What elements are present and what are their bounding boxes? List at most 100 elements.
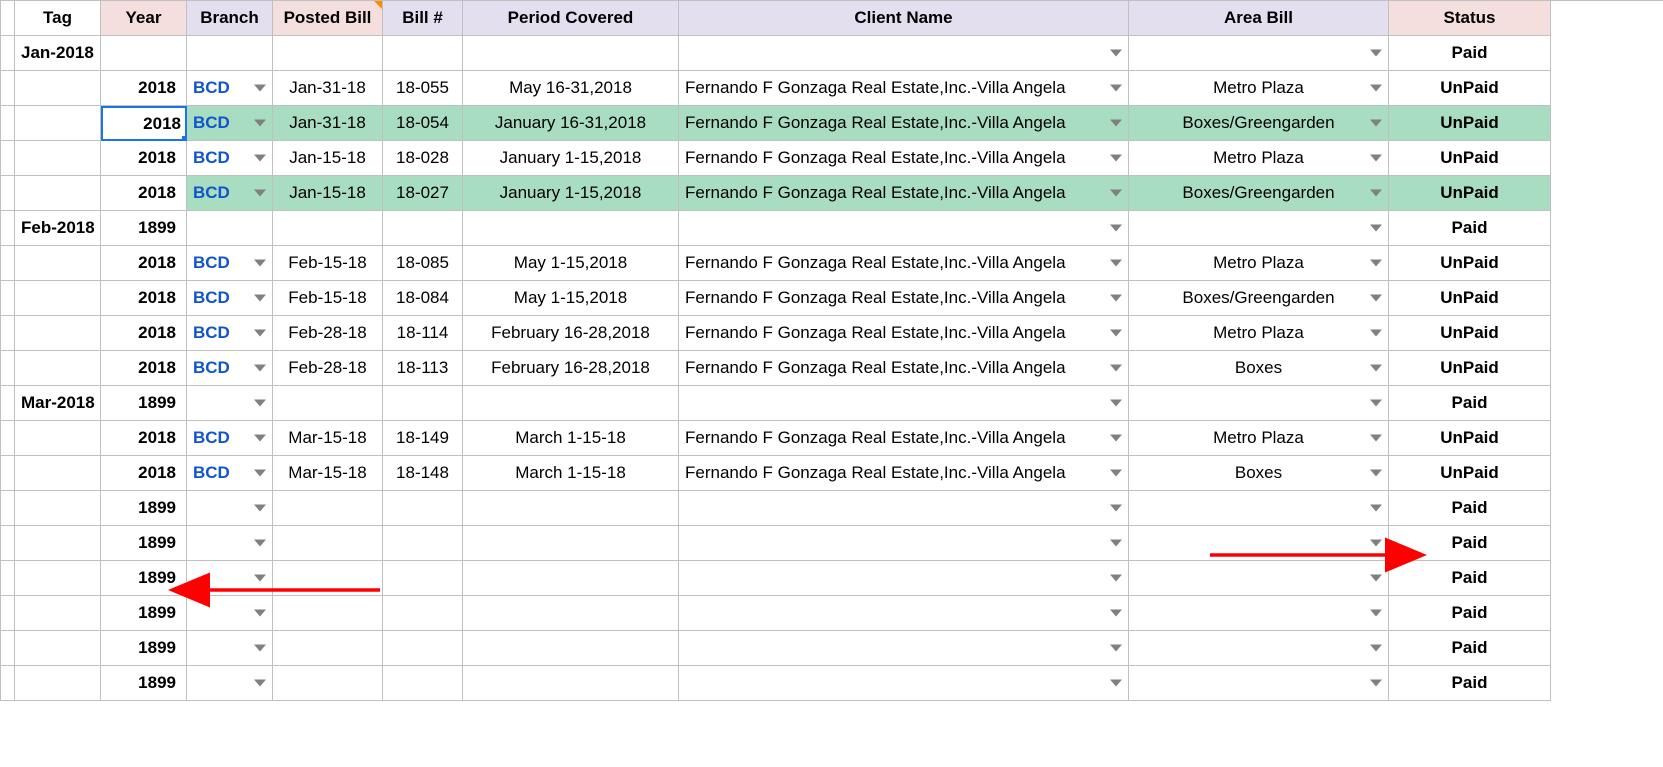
cell-posted-bill[interactable] (273, 491, 383, 526)
cell-posted-bill[interactable]: Feb-15-18 (273, 246, 383, 281)
cell-status[interactable]: UnPaid (1389, 141, 1551, 176)
dropdown-icon[interactable] (1370, 435, 1382, 442)
dropdown-icon[interactable] (1370, 295, 1382, 302)
cell-branch[interactable]: BCD (187, 456, 273, 491)
cell-bill-no[interactable] (383, 211, 463, 246)
cell-client[interactable] (679, 561, 1129, 596)
cell-bill-no[interactable]: 18-085 (383, 246, 463, 281)
cell-branch[interactable]: BCD (187, 281, 273, 316)
cell-year[interactable]: 2018 (101, 176, 187, 211)
dropdown-icon[interactable] (1370, 470, 1382, 477)
cell-status[interactable]: UnPaid (1389, 246, 1551, 281)
cell-year[interactable]: 1899 (101, 561, 187, 596)
cell-period[interactable]: February 16-28,2018 (463, 316, 679, 351)
dropdown-icon[interactable] (254, 120, 266, 127)
cell-status[interactable]: UnPaid (1389, 351, 1551, 386)
cell-tag[interactable] (15, 421, 101, 456)
cell-client[interactable] (679, 386, 1129, 421)
cell-area[interactable] (1129, 526, 1389, 561)
dropdown-icon[interactable] (1370, 190, 1382, 197)
dropdown-icon[interactable] (1110, 470, 1122, 477)
cell-tag[interactable] (15, 351, 101, 386)
cell-client[interactable] (679, 36, 1129, 71)
cell-branch[interactable]: BCD (187, 71, 273, 106)
dropdown-icon[interactable] (254, 365, 266, 372)
cell-tag[interactable] (15, 456, 101, 491)
cell-tag[interactable] (15, 316, 101, 351)
cell-status[interactable]: Paid (1389, 596, 1551, 631)
cell-year[interactable]: 1899 (101, 526, 187, 561)
cell-client[interactable] (679, 491, 1129, 526)
cell-year[interactable] (101, 36, 187, 71)
dropdown-icon[interactable] (1110, 365, 1122, 372)
cell-client[interactable]: Fernando F Gonzaga Real Estate,Inc.-Vill… (679, 246, 1129, 281)
dropdown-icon[interactable] (1370, 85, 1382, 92)
cell-note-icon[interactable] (374, 1, 382, 9)
dropdown-icon[interactable] (1110, 295, 1122, 302)
cell-branch[interactable] (187, 561, 273, 596)
cell-bill-no[interactable] (383, 561, 463, 596)
dropdown-icon[interactable] (1370, 155, 1382, 162)
dropdown-icon[interactable] (254, 470, 266, 477)
dropdown-icon[interactable] (1110, 50, 1122, 57)
dropdown-icon[interactable] (254, 645, 266, 652)
cell-period[interactable] (463, 211, 679, 246)
cell-year[interactable]: 1899 (101, 666, 187, 701)
dropdown-icon[interactable] (254, 85, 266, 92)
dropdown-icon[interactable] (1110, 540, 1122, 547)
dropdown-icon[interactable] (1110, 85, 1122, 92)
cell-client[interactable]: Fernando F Gonzaga Real Estate,Inc.-Vill… (679, 456, 1129, 491)
cell-area[interactable]: Metro Plaza (1129, 421, 1389, 456)
cell-bill-no[interactable]: 18-028 (383, 141, 463, 176)
cell-year[interactable]: 1899 (101, 596, 187, 631)
cell-period[interactable]: January 16-31,2018 (463, 106, 679, 141)
dropdown-icon[interactable] (254, 610, 266, 617)
cell-bill-no[interactable]: 18-114 (383, 316, 463, 351)
cell-tag[interactable] (15, 666, 101, 701)
dropdown-icon[interactable] (1110, 435, 1122, 442)
dropdown-icon[interactable] (1110, 225, 1122, 232)
cell-status[interactable]: Paid (1389, 36, 1551, 71)
cell-tag[interactable] (15, 281, 101, 316)
cell-branch[interactable] (187, 596, 273, 631)
cell-branch[interactable] (187, 666, 273, 701)
cell-area[interactable]: Boxes/Greengarden (1129, 281, 1389, 316)
cell-branch[interactable]: BCD (187, 316, 273, 351)
dropdown-icon[interactable] (254, 680, 266, 687)
cell-status[interactable]: UnPaid (1389, 106, 1551, 141)
cell-status[interactable]: Paid (1389, 491, 1551, 526)
cell-posted-bill[interactable] (273, 631, 383, 666)
cell-area[interactable]: Metro Plaza (1129, 316, 1389, 351)
cell-bill-no[interactable]: 18-084 (383, 281, 463, 316)
cell-period[interactable]: May 1-15,2018 (463, 281, 679, 316)
cell-tag[interactable] (15, 596, 101, 631)
cell-posted-bill[interactable]: Feb-15-18 (273, 281, 383, 316)
cell-area[interactable]: Boxes/Greengarden (1129, 106, 1389, 141)
cell-year[interactable]: 1899 (101, 386, 187, 421)
dropdown-icon[interactable] (1370, 225, 1382, 232)
cell-client[interactable]: Fernando F Gonzaga Real Estate,Inc.-Vill… (679, 141, 1129, 176)
cell-branch[interactable]: BCD (187, 246, 273, 281)
dropdown-icon[interactable] (1110, 575, 1122, 582)
cell-status[interactable]: UnPaid (1389, 456, 1551, 491)
cell-posted-bill[interactable]: Jan-15-18 (273, 141, 383, 176)
cell-year[interactable]: 2018 (101, 71, 187, 106)
dropdown-icon[interactable] (254, 260, 266, 267)
cell-bill-no[interactable]: 18-055 (383, 71, 463, 106)
cell-tag[interactable]: Mar-2018 (15, 386, 101, 421)
cell-period[interactable]: January 1-15,2018 (463, 176, 679, 211)
cell-branch[interactable] (187, 491, 273, 526)
cell-period[interactable]: May 1-15,2018 (463, 246, 679, 281)
cell-tag[interactable] (15, 176, 101, 211)
dropdown-icon[interactable] (1110, 610, 1122, 617)
cell-client[interactable]: Fernando F Gonzaga Real Estate,Inc.-Vill… (679, 71, 1129, 106)
cell-status[interactable]: Paid (1389, 561, 1551, 596)
dropdown-icon[interactable] (254, 400, 266, 407)
cell-bill-no[interactable] (383, 666, 463, 701)
cell-tag[interactable] (15, 246, 101, 281)
cell-year[interactable]: 2018 (101, 106, 187, 141)
dropdown-icon[interactable] (1370, 330, 1382, 337)
cell-posted-bill[interactable] (273, 36, 383, 71)
dropdown-icon[interactable] (254, 505, 266, 512)
cell-bill-no[interactable] (383, 596, 463, 631)
